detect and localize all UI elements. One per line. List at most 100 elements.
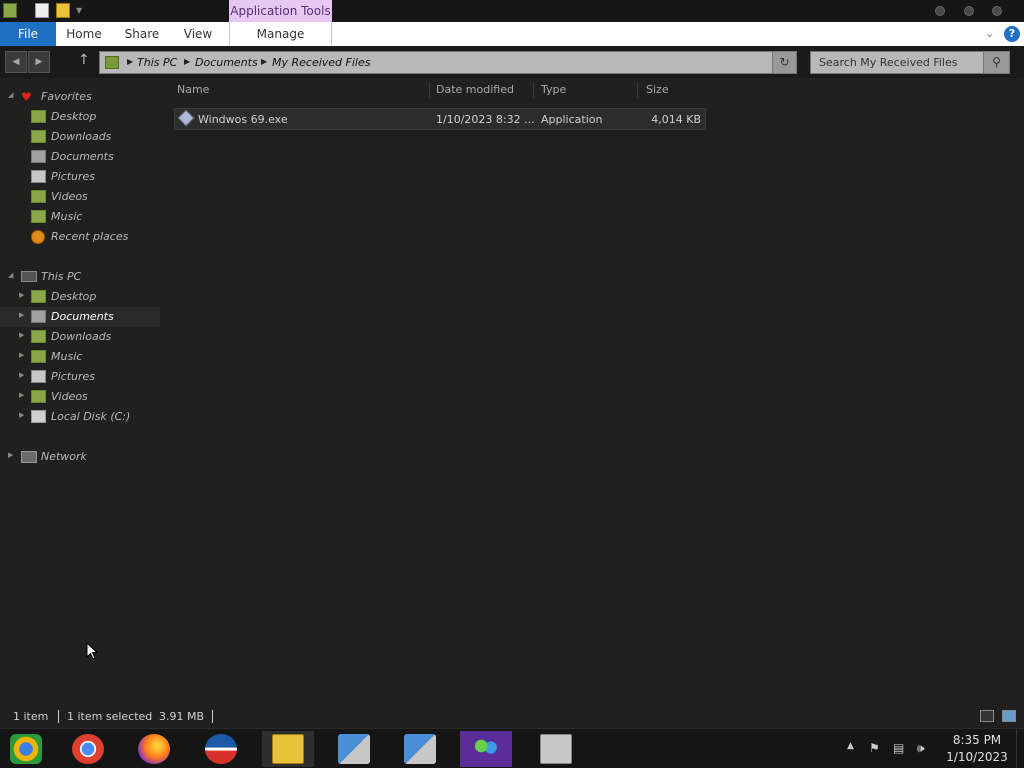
taskbar-obama-logo-app[interactable] (195, 731, 247, 767)
nav-label: Documents (51, 150, 114, 163)
chevron-right-icon[interactable]: ▶ (19, 371, 24, 379)
status-divider (58, 710, 59, 723)
mouse-cursor-icon (86, 642, 99, 660)
network-status-icon[interactable]: ▤ (893, 741, 904, 755)
column-header-name[interactable]: Name (177, 83, 209, 96)
selected-count: 1 item selected (67, 710, 153, 723)
large-icons-view-icon[interactable] (1002, 710, 1016, 722)
details-view-icon[interactable] (980, 710, 994, 722)
nav-pc-videos[interactable]: ▶ Videos (0, 387, 160, 407)
new-folder-icon[interactable] (56, 3, 70, 18)
nav-pc-desktop[interactable]: ▶ Desktop (0, 287, 160, 307)
file-type: Application (541, 113, 603, 126)
file-explorer-icon (272, 734, 304, 764)
breadcrumb-my-received-files[interactable]: My Received Files (272, 56, 370, 69)
videos-icon (31, 190, 46, 203)
nav-this-pc[interactable]: ◢ This PC (0, 267, 160, 287)
nav-pc-downloads[interactable]: ▶ Downloads (0, 327, 160, 347)
volume-icon[interactable]: 🕪 (917, 741, 925, 756)
tab-view[interactable]: View (178, 22, 218, 46)
column-divider[interactable] (429, 82, 430, 98)
chevron-down-icon[interactable]: ◢ (8, 91, 13, 99)
properties-icon[interactable] (35, 3, 49, 18)
up-arrow-icon[interactable]: ↑ (78, 52, 90, 68)
maximize-button[interactable] (964, 6, 974, 16)
tab-home[interactable]: Home (62, 22, 106, 46)
refresh-icon[interactable]: ↻ (772, 52, 796, 73)
flag-icon[interactable]: ⚑ (869, 741, 880, 755)
clock-time[interactable]: 8:35 PM (940, 733, 1014, 747)
column-headers: Name Date modified Type Size (170, 80, 710, 100)
taskbar-network-installer-1[interactable] (328, 731, 380, 767)
taskbar-chrome-canary[interactable] (0, 731, 52, 767)
nav-pc-pictures[interactable]: ▶ Pictures (0, 367, 160, 387)
file-row[interactable]: Windwos 69.exe 1/10/2023 8:32 ... Applic… (174, 108, 706, 130)
chevron-right-icon[interactable]: ▶ (19, 391, 24, 399)
application-tools-tab[interactable]: Application Tools (229, 0, 332, 22)
nav-network[interactable]: ▶ Network (0, 447, 160, 467)
search-input[interactable] (811, 52, 983, 73)
taskbar-archive-app[interactable] (530, 731, 582, 767)
column-divider[interactable] (637, 82, 638, 98)
local-disk-icon (31, 410, 46, 423)
taskbar-firefox[interactable] (128, 731, 180, 767)
nav-fav-documents[interactable]: Documents (0, 147, 160, 167)
chevron-right-icon[interactable]: ▶ (127, 57, 133, 66)
chevron-right-icon[interactable]: ▶ (19, 331, 24, 339)
customize-quick-access-icon[interactable]: ▼ (76, 3, 90, 18)
breadcrumb-documents[interactable]: Documents (195, 56, 258, 69)
chevron-right-icon[interactable]: ▶ (19, 351, 24, 359)
tab-share[interactable]: Share (120, 22, 164, 46)
chevron-right-icon[interactable]: ▶ (261, 57, 267, 66)
chevron-right-icon[interactable]: ▶ (19, 411, 24, 419)
chevron-down-icon[interactable]: ◢ (8, 271, 13, 279)
nav-pc-documents[interactable]: ▶ Documents (0, 307, 160, 327)
nav-fav-desktop[interactable]: Desktop (0, 107, 160, 127)
explorer-folder-icon[interactable] (3, 3, 17, 18)
recent-places-icon (31, 230, 45, 244)
chevron-right-icon[interactable]: ▶ (8, 451, 13, 459)
nav-fav-recent-places[interactable]: Recent places (0, 227, 160, 247)
back-button[interactable]: ◀ (5, 51, 27, 73)
column-header-date-modified[interactable]: Date modified (436, 83, 514, 96)
desktop-icon (31, 290, 46, 303)
taskbar-network-installer-2[interactable] (394, 731, 446, 767)
address-bar[interactable]: ▶ This PC ▶ Documents ▶ My Received File… (99, 51, 797, 74)
nav-pc-music[interactable]: ▶ Music (0, 347, 160, 367)
expand-ribbon-icon[interactable]: ⌄ (985, 27, 994, 40)
nav-favorites[interactable]: ◢ ♥ Favorites (0, 87, 160, 107)
tab-file[interactable]: File (0, 22, 56, 46)
minimize-button[interactable] (935, 6, 945, 16)
tab-manage[interactable]: Manage (229, 22, 332, 46)
breadcrumb-this-pc[interactable]: This PC (137, 56, 177, 69)
nav-pc-local-disk[interactable]: ▶ Local Disk (C:) (0, 407, 160, 427)
documents-icon (31, 150, 46, 163)
search-box[interactable]: ⚲ (810, 51, 1010, 74)
forward-button[interactable]: ▶ (28, 51, 50, 73)
chevron-right-icon[interactable]: ▶ (184, 57, 190, 66)
nav-label: Videos (51, 190, 88, 203)
taskbar-file-explorer[interactable] (262, 731, 314, 767)
help-icon[interactable]: ? (1004, 26, 1020, 42)
nav-fav-downloads[interactable]: Downloads (0, 127, 160, 147)
tab-manage-label: Manage (256, 27, 305, 41)
taskbar-chrome[interactable] (62, 731, 114, 767)
show-hidden-icons-icon[interactable]: ▲ (847, 741, 854, 751)
chevron-right-icon[interactable]: ▶ (19, 311, 24, 319)
nav-fav-music[interactable]: Music (0, 207, 160, 227)
nav-fav-pictures[interactable]: Pictures (0, 167, 160, 187)
nav-label: Desktop (51, 290, 97, 303)
chevron-right-icon[interactable]: ▶ (19, 291, 24, 299)
column-header-size[interactable]: Size (646, 83, 669, 96)
messenger-icon (470, 734, 502, 764)
close-button[interactable] (992, 6, 1002, 16)
column-divider[interactable] (533, 82, 534, 98)
search-icon[interactable]: ⚲ (983, 52, 1009, 73)
column-header-type[interactable]: Type (541, 83, 566, 96)
taskbar-messenger[interactable] (460, 731, 512, 767)
nav-fav-videos[interactable]: Videos (0, 187, 160, 207)
folder-icon (105, 56, 119, 69)
nav-label: Videos (51, 390, 88, 403)
show-desktop-button[interactable] (1016, 729, 1024, 768)
clock-date[interactable]: 1/10/2023 (940, 750, 1014, 764)
